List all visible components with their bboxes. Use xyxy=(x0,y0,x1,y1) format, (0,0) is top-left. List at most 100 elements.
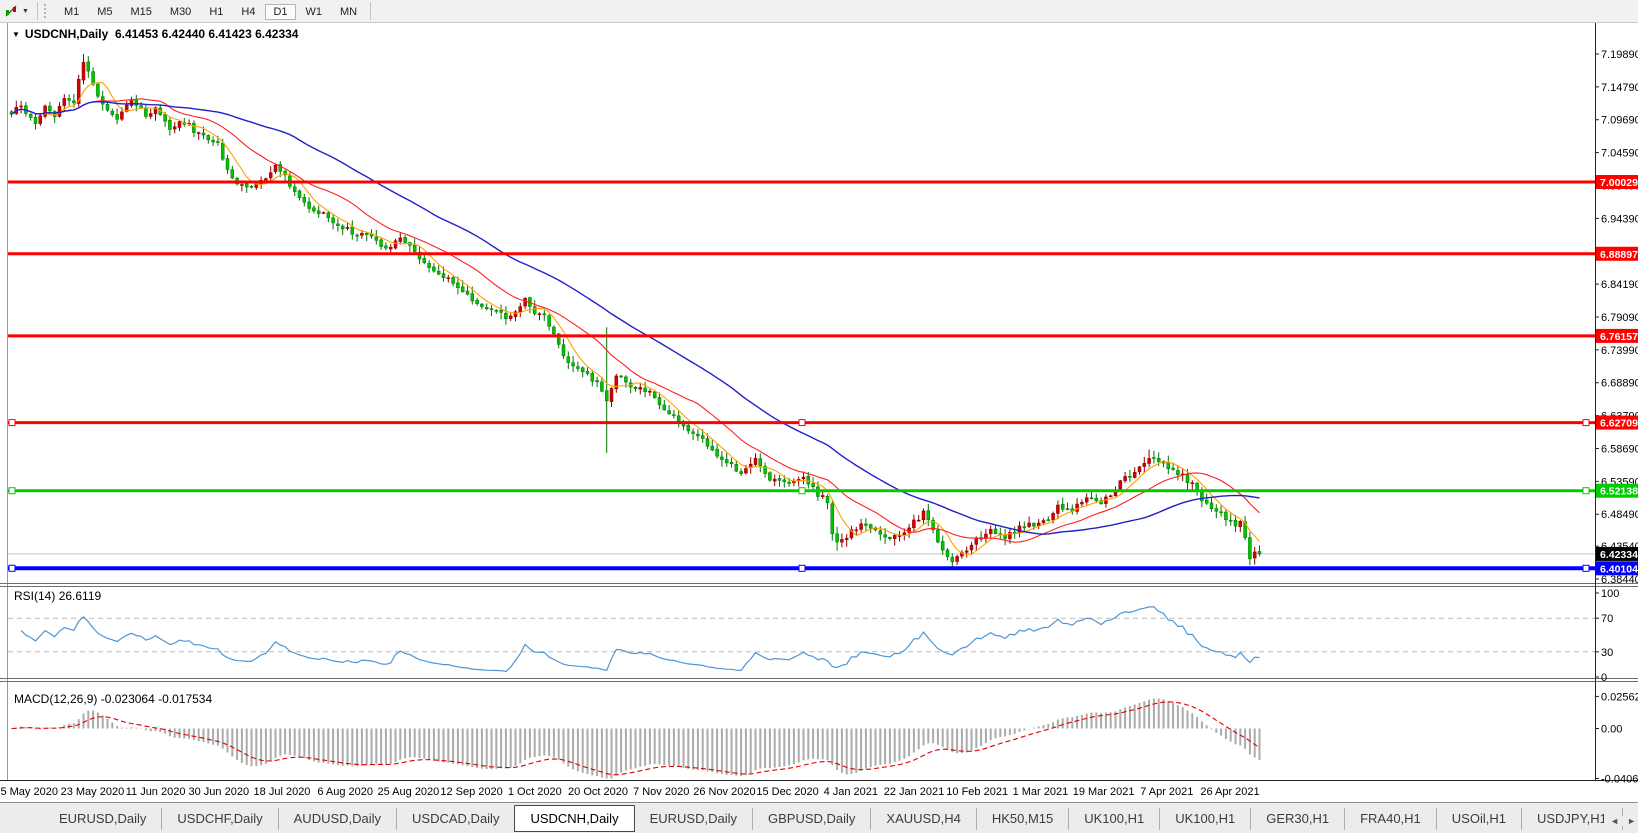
timeframe-button-w1[interactable]: W1 xyxy=(298,4,331,20)
line-handle[interactable] xyxy=(798,487,806,495)
line-handle[interactable] xyxy=(1582,564,1590,572)
macd-indicator-label: MACD(12,26,9) -0.023064 -0.017534 xyxy=(14,692,212,706)
application-window: ▼ M1 M5 M15 M30 H1 H4 D1 W1 MN 7.19890 7.14790 7.0… xyxy=(0,0,1638,833)
svg-text:6 Aug 2020: 6 Aug 2020 xyxy=(317,786,373,798)
svg-text:6.58690: 6.58690 xyxy=(1601,443,1638,455)
chart-tab-eurusd-daily[interactable]: EURUSD,Daily xyxy=(44,808,161,830)
svg-text:6.94390: 6.94390 xyxy=(1601,213,1638,225)
toolbar-separator xyxy=(370,2,372,20)
svg-text:6.79090: 6.79090 xyxy=(1601,312,1638,324)
chart-tab-fra40-h1[interactable]: FRA40,H1 xyxy=(1344,808,1436,830)
macd-name: MACD(12,26,9) xyxy=(14,692,98,706)
tab-scroll-left-button[interactable]: ◄ xyxy=(1610,816,1619,826)
chart-tab-ger30-h1[interactable]: GER30,H1 xyxy=(1250,808,1344,830)
symbol-tab-bar: EURUSD,Daily USDCHF,Daily AUDUSD,Daily USDC… xyxy=(0,802,1638,833)
svg-text:70: 70 xyxy=(1601,613,1613,625)
svg-text:15 Dec 2020: 15 Dec 2020 xyxy=(756,786,818,798)
toolbar-separator xyxy=(36,2,38,20)
timeframe-button-group: M1 M5 M15 M30 H1 H4 D1 W1 MN xyxy=(55,2,366,20)
timeframe-button-h1[interactable]: H1 xyxy=(201,4,231,20)
chart-tab-usdcad-daily[interactable]: USDCAD,Daily xyxy=(396,808,514,830)
svg-text:0.00: 0.00 xyxy=(1601,724,1622,736)
rsi-name: RSI(14) xyxy=(14,589,56,603)
chart-background xyxy=(0,22,1638,802)
chart-tab-gbpusd-daily[interactable]: GBPUSD,Daily xyxy=(751,808,870,830)
svg-text:6.68890: 6.68890 xyxy=(1601,378,1638,390)
svg-text:11 Jun 2020: 11 Jun 2020 xyxy=(126,786,186,798)
line-handle[interactable] xyxy=(8,564,16,572)
chart-tab-uk100-h1[interactable]: UK100,H1 xyxy=(1068,808,1159,830)
chart-cursor-icon[interactable] xyxy=(4,4,19,19)
svg-text:6.76157: 6.76157 xyxy=(1600,331,1638,343)
svg-text:7.00029: 7.00029 xyxy=(1600,177,1638,189)
chart-tab-uk100-h1[interactable]: UK100,H1 xyxy=(1159,808,1250,830)
svg-text:6.52138: 6.52138 xyxy=(1600,486,1638,498)
svg-text:26 Nov 2020: 26 Nov 2020 xyxy=(693,786,755,798)
svg-text:12 Sep 2020: 12 Sep 2020 xyxy=(440,786,502,798)
chart-title: ▼ USDCNH,Daily 6.41453 6.42440 6.41423 6.… xyxy=(12,27,298,41)
chart-symbol: USDCNH,Daily xyxy=(24,27,109,41)
timeframe-button-m30[interactable]: M30 xyxy=(162,4,199,20)
chart-tab-hk50-m15[interactable]: HK50,M15 xyxy=(975,808,1068,830)
chart-tab-usdcnh-daily[interactable]: USDCNH,Daily xyxy=(514,805,635,832)
svg-text:6.84190: 6.84190 xyxy=(1601,279,1638,291)
dropdown-caret-icon[interactable]: ▼ xyxy=(22,8,29,15)
svg-text:6.88897: 6.88897 xyxy=(1600,249,1638,261)
svg-text:23 May 2020: 23 May 2020 xyxy=(61,786,125,798)
toolbar: ▼ M1 M5 M15 M30 H1 H4 D1 W1 MN xyxy=(0,0,1638,23)
collapse-triangle-icon[interactable]: ▼ xyxy=(12,30,20,39)
svg-text:6.62709: 6.62709 xyxy=(1600,418,1638,430)
svg-text:7 Nov 2020: 7 Nov 2020 xyxy=(633,786,689,798)
svg-text:0: 0 xyxy=(1601,672,1607,684)
line-handle[interactable] xyxy=(1582,487,1590,495)
svg-text:7.04590: 7.04590 xyxy=(1601,148,1638,160)
svg-text:30: 30 xyxy=(1601,647,1613,659)
svg-text:7 Apr 2021: 7 Apr 2021 xyxy=(1140,786,1193,798)
svg-text:6.38440: 6.38440 xyxy=(1601,574,1638,586)
svg-text:6.40104: 6.40104 xyxy=(1600,563,1638,575)
svg-text:19 Mar 2021: 19 Mar 2021 xyxy=(1073,786,1135,798)
chart-canvas[interactable]: 7.198907.147907.096907.045906.994906.943… xyxy=(0,0,1638,802)
line-handle[interactable] xyxy=(8,487,16,495)
timeframe-button-d1[interactable]: D1 xyxy=(265,4,296,20)
svg-text:10 Feb 2021: 10 Feb 2021 xyxy=(946,786,1008,798)
timeframe-button-m1[interactable]: M1 xyxy=(56,4,87,20)
toolbar-grip[interactable] xyxy=(43,4,50,18)
svg-text:6.48490: 6.48490 xyxy=(1601,509,1638,521)
chart-tab-xauusd-h4[interactable]: XAUUSD,H4 xyxy=(870,808,975,830)
macd-values: -0.023064 -0.017534 xyxy=(100,692,213,706)
svg-text:6.42334: 6.42334 xyxy=(1600,549,1638,561)
chart-tab-eurusd-daily[interactable]: EURUSD,Daily xyxy=(635,808,752,830)
chart-tab-usoil-h1[interactable]: USOil,H1 xyxy=(1435,808,1521,830)
svg-text:20 Oct 2020: 20 Oct 2020 xyxy=(568,786,628,798)
svg-text:25 Aug 2020: 25 Aug 2020 xyxy=(378,786,440,798)
svg-text:4 Jan 2021: 4 Jan 2021 xyxy=(824,786,878,798)
timeframe-button-m15[interactable]: M15 xyxy=(123,4,160,20)
tab-scroll-right-button[interactable]: ► xyxy=(1627,816,1636,826)
chart-ohlc-values: 6.41453 6.42440 6.41423 6.42334 xyxy=(114,27,299,41)
svg-text:1 Mar 2021: 1 Mar 2021 xyxy=(1013,786,1069,798)
svg-text:6.73990: 6.73990 xyxy=(1601,345,1638,357)
timeframe-button-mn[interactable]: MN xyxy=(332,4,365,20)
svg-text:100: 100 xyxy=(1601,588,1619,600)
line-handle[interactable] xyxy=(8,419,16,427)
svg-text:18 Jul 2020: 18 Jul 2020 xyxy=(254,786,311,798)
svg-text:0.025623: 0.025623 xyxy=(1601,691,1638,703)
line-handle[interactable] xyxy=(798,419,806,427)
svg-text:7.09690: 7.09690 xyxy=(1601,115,1638,127)
line-handle[interactable] xyxy=(798,564,806,572)
svg-text:26 Apr 2021: 26 Apr 2021 xyxy=(1200,786,1259,798)
timeframe-button-h4[interactable]: H4 xyxy=(233,4,263,20)
svg-text:7.14790: 7.14790 xyxy=(1601,82,1638,94)
line-handle[interactable] xyxy=(1582,419,1590,427)
rsi-value: 26.6119 xyxy=(58,589,102,603)
svg-text:-0.040687: -0.040687 xyxy=(1601,774,1638,786)
svg-text:30 Jun 2020: 30 Jun 2020 xyxy=(189,786,250,798)
timeframe-button-m5[interactable]: M5 xyxy=(89,4,120,20)
svg-text:7.19890: 7.19890 xyxy=(1601,49,1638,61)
chart-tab-audusd-daily[interactable]: AUDUSD,Daily xyxy=(277,808,396,830)
svg-text:1 Oct 2020: 1 Oct 2020 xyxy=(508,786,562,798)
chart-tab-usdchf-daily[interactable]: USDCHF,Daily xyxy=(161,808,277,830)
svg-text:22 Jan 2021: 22 Jan 2021 xyxy=(884,786,945,798)
svg-text:5 May 2020: 5 May 2020 xyxy=(0,786,57,798)
